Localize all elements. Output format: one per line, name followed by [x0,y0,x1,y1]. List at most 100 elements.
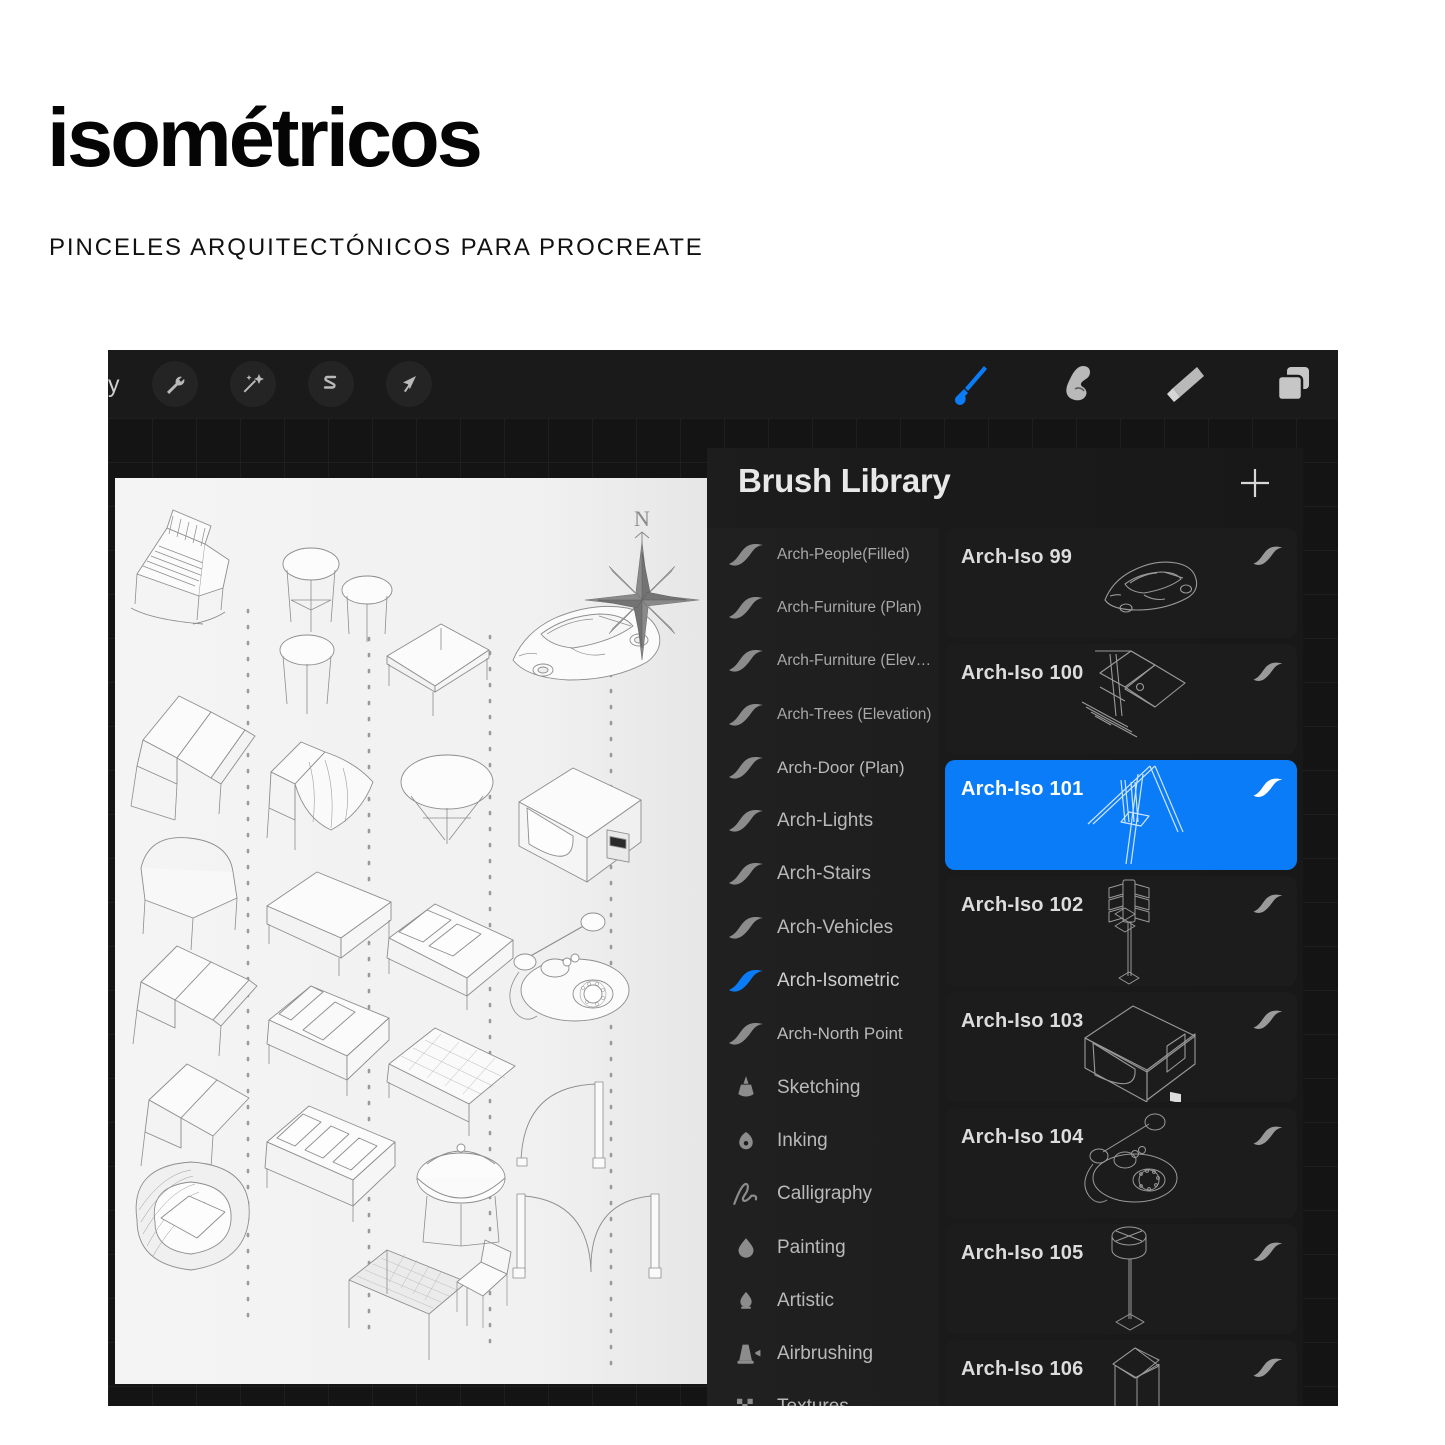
eraser-icon[interactable] [1158,358,1214,410]
brush-set-label: Airbrushing [777,1343,874,1365]
airbrush-icon [725,1339,767,1369]
brush-library-header: Brush Library [707,448,1303,528]
brush-set-item-arch-lights[interactable]: Arch-Lights [707,794,939,847]
brush-stroke-icon [1251,544,1285,568]
paintbrush-icon[interactable] [942,358,998,410]
brush-name: Arch-Iso 100 [961,662,1084,684]
brush-set-label: Arch-People(Filled) [777,545,910,563]
droplet-icon [725,1233,767,1263]
brush-set-item-arch-door-plan[interactable]: Arch-Door (Plan) [707,741,939,794]
brush-set-list[interactable]: Arch-People(Filled) Arch-Furniture (Plan)… [707,528,939,1406]
page-title: isométricos [47,91,483,184]
smudge-icon[interactable] [1050,358,1106,410]
brush-set-item-calligraphy[interactable]: Calligraphy [707,1168,939,1221]
brush-set-label: Arch-Furniture (Plan) [777,598,922,616]
brush-card-arch-iso-103[interactable]: Arch-Iso 103 [945,992,1297,1102]
brush-set-item-inking[interactable]: Inking [707,1114,939,1167]
poster-page: isométricos PINCELES ARQUITECTÓNICOS PAR… [0,0,1445,1445]
brush-card-arch-iso-104[interactable]: Arch-Iso 104 [945,1108,1297,1218]
brush-set-label: Calligraphy [777,1183,873,1205]
brush-set-item-arch-isometric[interactable]: Arch-Isometric [707,954,939,1007]
brush-set-label: Arch-Vehicles [777,916,894,938]
brush-card-arch-iso-99[interactable]: Arch-Iso 99 [945,528,1297,638]
flame-icon [725,1286,767,1316]
selection-icon[interactable] [307,361,354,407]
brush-card-arch-iso-101[interactable]: Arch-Iso 101 [945,760,1297,870]
calligraphy-icon [725,1179,767,1209]
brush-name: Arch-Iso 102 [961,894,1084,916]
brush-set-item-artistic[interactable]: Artistic [707,1274,939,1327]
brush-stroke-icon [1251,660,1285,684]
brush-name: Arch-Iso 99 [961,546,1073,568]
brush-set-label: Arch-Lights [777,810,874,832]
brush-library-body: Arch-People(Filled) Arch-Furniture (Plan)… [707,528,1303,1406]
brush-set-label: Arch-Stairs [777,863,871,885]
brush-set-item-arch-people-filled[interactable]: Arch-People(Filled) [707,528,939,581]
brush-card-arch-iso-100[interactable]: Arch-Iso 100 [945,644,1297,754]
brush-stroke-icon [1251,776,1285,800]
brush-set-label: Artistic [777,1289,834,1311]
brush-set-label: Arch-Trees (Elevation) [777,705,932,723]
brush-set-item-arch-stairs[interactable]: Arch-Stairs [707,848,939,901]
brush-stroke-icon [725,753,767,783]
brush-stroke-icon [1251,1124,1285,1148]
brush-set-item-sketching[interactable]: Sketching [707,1061,939,1114]
brush-library-panel: Brush Library Arch-People(Filled) Arch-Fu… [707,448,1303,1406]
brush-stroke-icon [725,859,767,889]
brush-thumbnail-microwave [945,992,1297,1102]
brush-set-label: Arch-Furniture (Elev… [777,652,932,670]
brush-thumbnail-swing [945,760,1297,870]
drawing-canvas[interactable]: N [115,478,710,1384]
brush-set-item-arch-furniture-plan[interactable]: Arch-Furniture (Plan) [707,581,939,634]
brush-thumbnail-umbrella [945,644,1297,754]
brush-card-list[interactable]: Arch-Iso 99 Arch-Iso 100 Arch-Iso 101 Arch-… [939,528,1303,1406]
brush-stroke-icon [1251,1008,1285,1032]
toolbar-right-group [942,350,1322,418]
brush-stroke-icon [725,913,767,943]
brush-set-label: Inking [777,1129,828,1151]
brush-set-item-arch-vehicles[interactable]: Arch-Vehicles [707,901,939,954]
brush-set-label: Arch-North Point [777,1024,903,1044]
brush-name: Arch-Iso 101 [961,778,1084,800]
layers-icon[interactable] [1266,358,1322,410]
brush-card-arch-iso-105[interactable]: Arch-Iso 105 [945,1224,1297,1334]
brush-stroke-icon [725,966,767,996]
brush-thumbnail-floor-lamp [945,1224,1297,1334]
gallery-button[interactable]: y [108,371,120,398]
canvas-artwork: N [130,506,700,1366]
brush-thumbnail-rotary-phone [945,1108,1297,1218]
wrench-icon[interactable] [151,361,198,407]
brush-set-item-textures[interactable]: Textures [707,1381,939,1406]
brush-set-item-arch-trees-elevation[interactable]: Arch-Trees (Elevation) [707,688,939,741]
brush-stroke-icon [725,540,767,570]
transform-arrow-icon[interactable] [385,361,432,407]
brush-stroke-icon [1251,1240,1285,1264]
brush-set-item-airbrushing[interactable]: Airbrushing [707,1327,939,1380]
brush-set-item-arch-furniture-elev[interactable]: Arch-Furniture (Elev… [707,635,939,688]
brush-stroke-icon [725,646,767,676]
brush-set-label: Textures [777,1396,849,1406]
pencil-icon [725,1073,767,1103]
brush-stroke-icon [725,593,767,623]
svg-text:N: N [634,506,650,531]
brush-stroke-icon [725,1019,767,1049]
brush-stroke-icon [1251,1356,1285,1380]
magic-wand-icon[interactable] [229,361,276,407]
nib-icon [725,1126,767,1156]
top-toolbar: y [108,350,1338,418]
brush-name: Arch-Iso 105 [961,1242,1084,1264]
brush-name: Arch-Iso 104 [961,1126,1084,1148]
add-brush-button[interactable] [1237,465,1273,501]
brush-set-label: Painting [777,1236,846,1258]
brush-thumbnail-traffic-light [945,876,1297,986]
brush-set-label: Arch-Isometric [777,970,900,992]
brush-card-arch-iso-106[interactable]: Arch-Iso 106 [945,1340,1297,1406]
brush-name: Arch-Iso 106 [961,1358,1084,1380]
brush-card-arch-iso-102[interactable]: Arch-Iso 102 [945,876,1297,986]
page-subtitle: PINCELES ARQUITECTÓNICOS PARA PROCREATE [49,234,704,261]
brush-library-title: Brush Library [738,462,951,499]
brush-set-item-arch-north-point[interactable]: Arch-North Point [707,1008,939,1061]
brush-stroke-icon [1251,892,1285,916]
brush-stroke-icon [725,700,767,730]
brush-set-item-painting[interactable]: Painting [707,1221,939,1274]
